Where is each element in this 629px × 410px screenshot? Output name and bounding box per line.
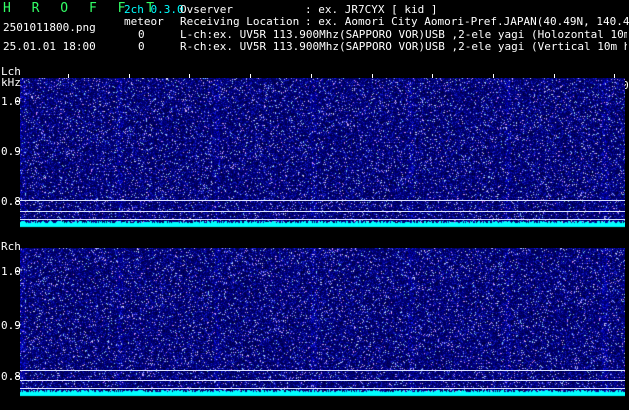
rch-spectrogram bbox=[20, 248, 625, 400]
file-name: 2501011800.png bbox=[3, 21, 96, 34]
lch-ymark-1 bbox=[16, 101, 20, 102]
location-value: : ex. Aomori City Aomori-Pref.JAPAN(40.4… bbox=[305, 15, 629, 28]
count-lch: 0 bbox=[138, 28, 145, 41]
rch-ymark-1 bbox=[16, 271, 20, 272]
rch-ymark-3 bbox=[16, 376, 20, 377]
lch-unit-label: kHz bbox=[1, 76, 21, 89]
location-label: Receiving Location bbox=[180, 15, 300, 28]
lch-marker-line-3 bbox=[20, 219, 625, 220]
rch-marker-line-1 bbox=[20, 370, 625, 371]
lch-marker-line-2 bbox=[20, 211, 625, 212]
rch-marker-line-2 bbox=[20, 380, 625, 381]
lch-marker-line-1 bbox=[20, 200, 625, 201]
observer-value: : ex. JR7CYX [ kid ] bbox=[305, 3, 438, 16]
lch-spectrogram bbox=[20, 78, 625, 230]
detection-mode: meteor bbox=[124, 15, 164, 28]
lch-config: L-ch:ex. UV5R 113.900Mhz(SAPPORO VOR)USB… bbox=[180, 29, 627, 40]
lch-ymark-2 bbox=[16, 151, 20, 152]
rch-marker-line-3 bbox=[20, 388, 625, 389]
observer-label: Ovserver bbox=[180, 3, 233, 16]
datetime: 25.01.01 18:00 bbox=[3, 40, 96, 53]
count-rch: 0 bbox=[138, 40, 145, 53]
rch-channel-label: Rch bbox=[1, 240, 21, 253]
rch-config: R-ch:ex. UV5R 113.900Mhz(SAPPORO VOR)USB… bbox=[180, 41, 627, 52]
mode-label: 2ch 0.3.0 bbox=[124, 3, 184, 16]
rch-ymark-2 bbox=[16, 325, 20, 326]
lch-ymark-3 bbox=[16, 201, 20, 202]
